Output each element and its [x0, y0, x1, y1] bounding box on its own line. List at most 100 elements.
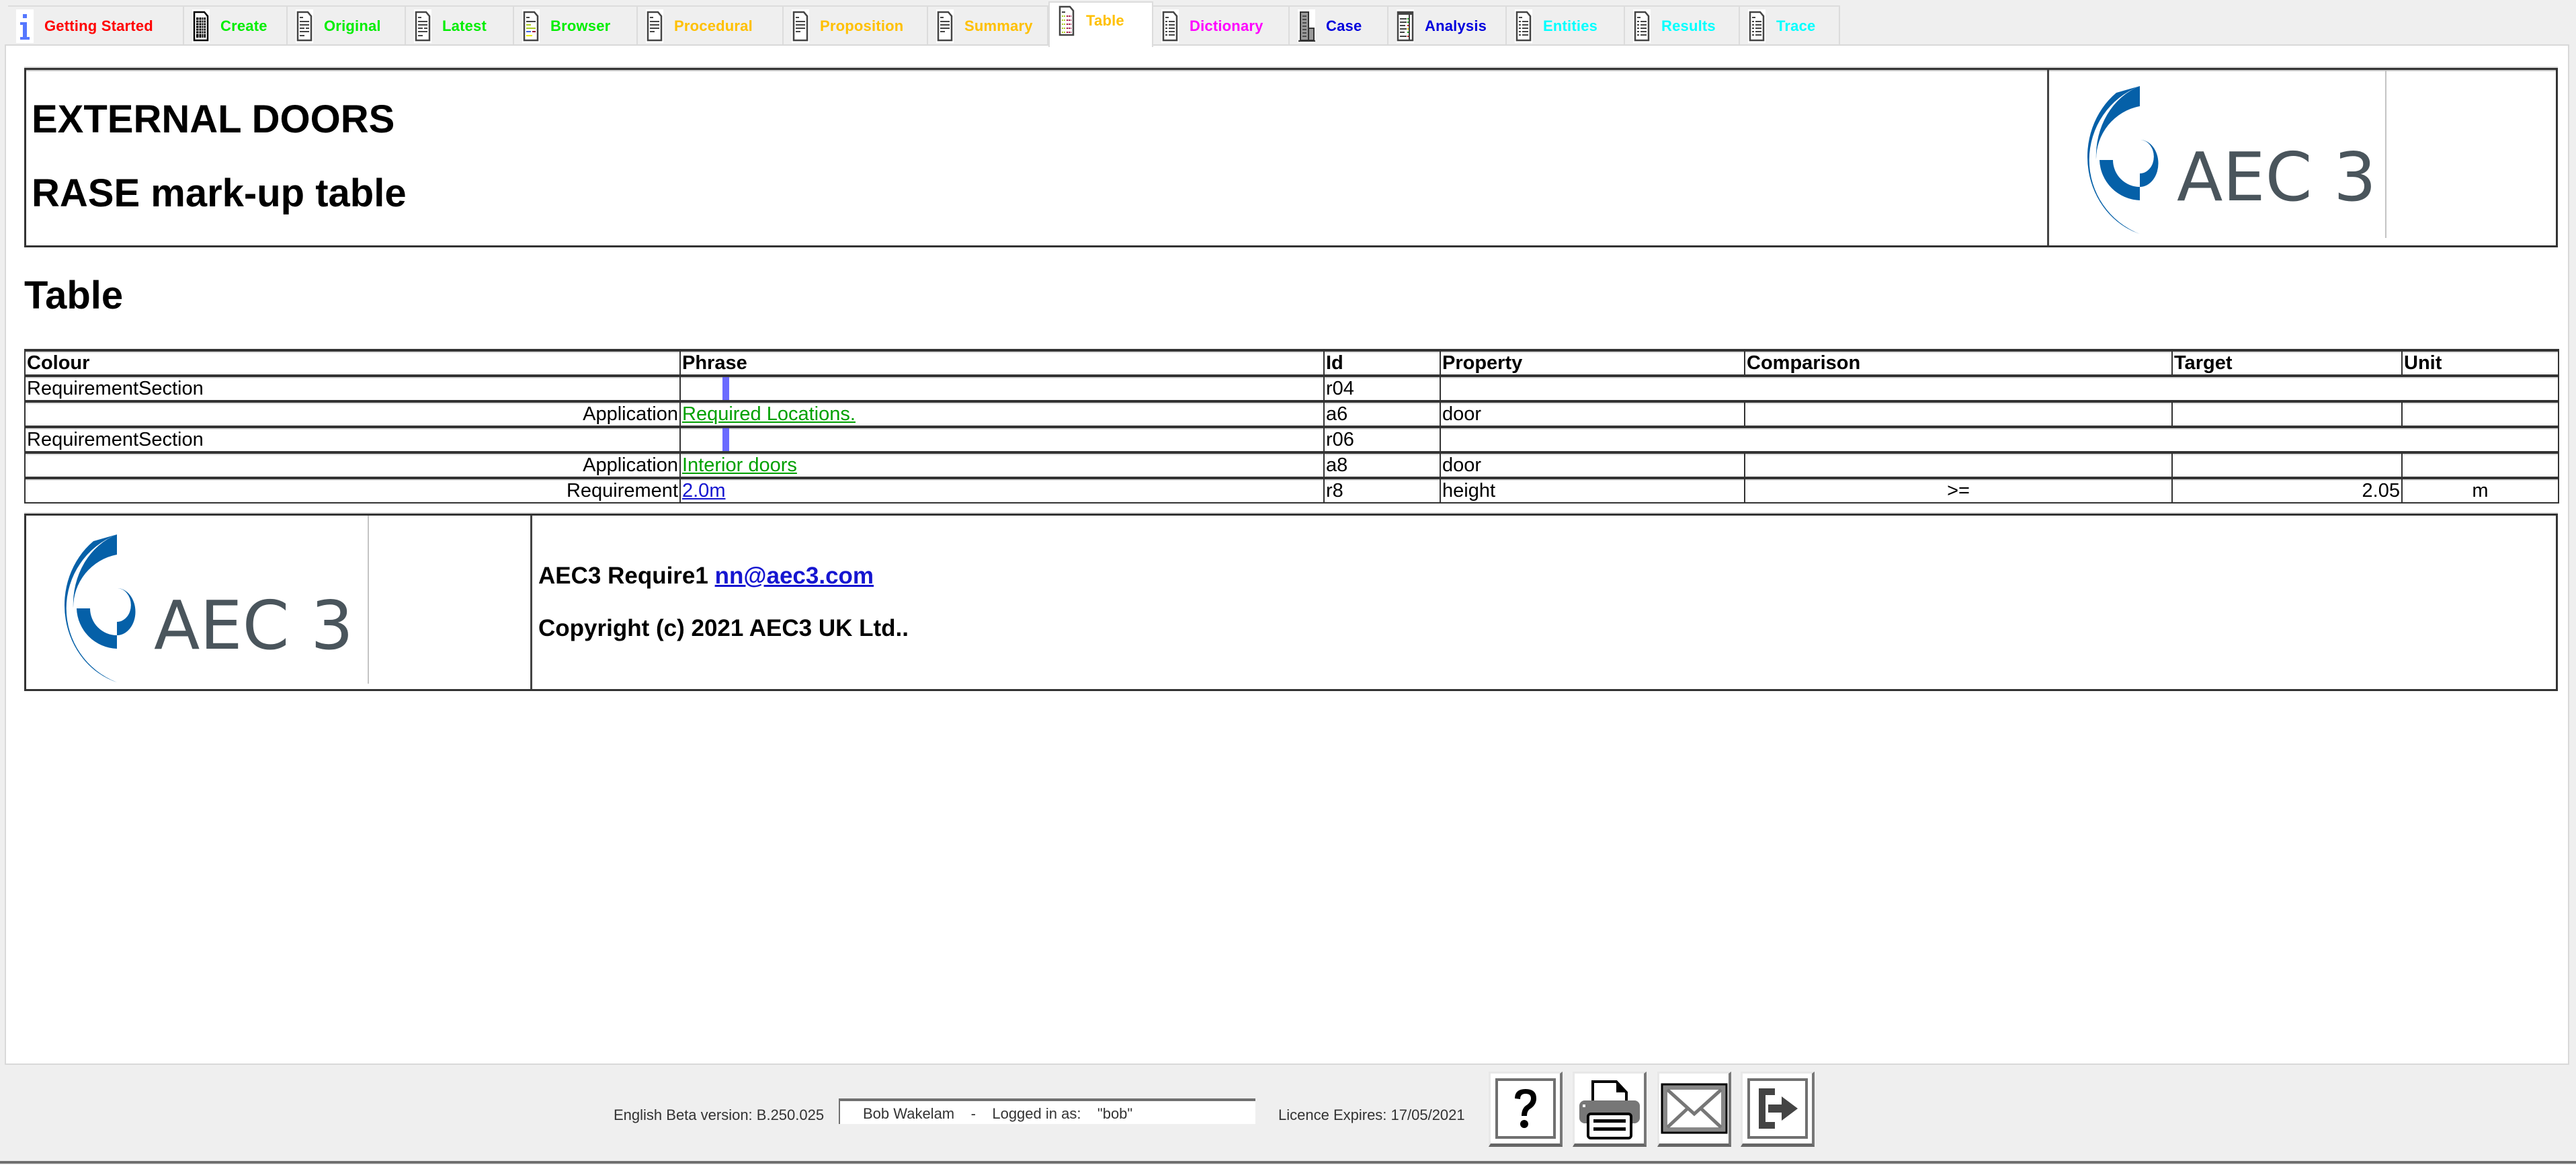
cell-colour: RequirementSection [24, 374, 681, 402]
cell-comparison [1744, 400, 2173, 428]
header-box: EXTERNAL DOORS RASE mark-up table AEC 3 [24, 68, 2558, 247]
envelope-icon [1661, 1083, 1727, 1134]
table-row: Application Required Locations. a6 door [24, 400, 2559, 428]
column-header-id: Id [1323, 349, 1441, 376]
tab-latest[interactable]: Latest [406, 5, 514, 46]
tab-label: Case [1326, 17, 1362, 34]
document-icon [414, 9, 431, 43]
phrase-link[interactable]: 2.0m [682, 481, 725, 501]
document-lines-icon [646, 9, 663, 43]
tab-label: Analysis [1425, 17, 1487, 34]
phrase-link[interactable]: Required Locations. [682, 404, 856, 425]
cell-target: 2.05 [2171, 477, 2403, 504]
cell-phrase [679, 374, 1325, 402]
document-lines-icon [936, 9, 954, 43]
tab-label: Dictionary [1190, 17, 1263, 34]
tab-browser[interactable]: Browser [514, 5, 638, 46]
tab-original[interactable]: Original [288, 5, 406, 46]
footer-logo-cell: AEC 3 [26, 516, 532, 689]
version-label: English Beta version: B.250.025 [614, 1107, 825, 1123]
cell-unit [2401, 451, 2559, 479]
cell-colour: Application [24, 451, 681, 479]
tab-summary[interactable]: Summary [928, 5, 1048, 46]
section-title: Table [24, 274, 124, 317]
section-marker-bar [722, 378, 729, 400]
logo-hook [2140, 140, 2159, 187]
page-subtitle: RASE mark-up table [32, 171, 407, 215]
tab-label: Proposition [820, 17, 904, 34]
footer-text: AEC3 Require1 nn@aec3.com Copyright (c) … [538, 563, 909, 642]
logo-image-edge [368, 516, 369, 684]
building-icon [1298, 9, 1315, 43]
cell-merged-empty [1440, 426, 2559, 453]
logo-inner-c [2100, 160, 2140, 200]
question-icon [1514, 1089, 1536, 1128]
cell-phrase: Interior doors [679, 451, 1325, 479]
cell-id: r06 [1323, 426, 1441, 453]
print-button[interactable] [1573, 1072, 1647, 1147]
document-icon [296, 9, 313, 43]
tab-procedural[interactable]: Procedural [638, 5, 784, 46]
tab-entities[interactable]: Entities [1507, 5, 1625, 46]
cell-property: door [1440, 400, 1745, 428]
aec3-logo: AEC 3 [64, 534, 354, 682]
cell-merged-empty [1440, 374, 2559, 402]
tab-trace[interactable]: Trace [1740, 5, 1840, 46]
cell-id: a6 [1323, 400, 1441, 428]
phrase-link[interactable]: Interior doors [682, 455, 797, 476]
cell-colour: Requirement [24, 477, 681, 504]
licence-expiry-label: Licence Expires: 17/05/2021 [1278, 1107, 1465, 1123]
tab-label: Latest [442, 17, 487, 34]
cell-unit [2401, 400, 2559, 428]
document-table-icon [1058, 4, 1075, 38]
tab-table[interactable]: Table [1048, 1, 1153, 47]
cell-unit: m [2401, 477, 2559, 504]
document-colored-icon [522, 9, 540, 43]
column-header-target: Target [2171, 349, 2403, 376]
column-header-property: Property [1440, 349, 1745, 376]
section-marker-bar [722, 430, 729, 451]
column-header-comparison: Comparison [1744, 349, 2173, 376]
logo-text: AEC 3 [154, 586, 354, 665]
logo-image-edge [2385, 70, 2386, 238]
tab-proposition[interactable]: Proposition [784, 5, 928, 46]
tab-create[interactable]: Create [184, 5, 288, 46]
email-link[interactable]: nn@aec3.com [715, 563, 874, 589]
page-title: EXTERNAL DOORS [32, 97, 395, 141]
cell-phrase: Required Locations. [679, 400, 1325, 428]
logout-button[interactable] [1741, 1072, 1815, 1147]
tab-label: Procedural [674, 17, 753, 34]
table-row: RequirementSection r06 [24, 426, 2559, 453]
tab-label: Trace [1776, 17, 1816, 34]
tab-label: Results [1661, 17, 1716, 34]
cell-comparison: >= [1744, 477, 2173, 504]
table-header-row: Colour Phrase Id Property Comparison Tar… [24, 349, 2559, 376]
document-list-icon [1161, 9, 1179, 43]
tab-dictionary[interactable]: Dictionary [1153, 5, 1290, 46]
tab-label: Table [1086, 12, 1124, 29]
tab-label: Original [324, 17, 381, 34]
logo-text: AEC 3 [2177, 138, 2376, 216]
document-lines-icon [792, 9, 809, 43]
cell-id: r8 [1323, 477, 1441, 504]
email-button[interactable] [1657, 1072, 1731, 1147]
markup-table: Colour Phrase Id Property Comparison Tar… [24, 349, 2559, 504]
tab-getting-started[interactable]: Getting Started [8, 5, 184, 46]
logged-in-user-field: Bob Wakelam - Logged in as: "bob" [839, 1098, 1255, 1124]
help-button[interactable] [1489, 1072, 1563, 1147]
tab-case[interactable]: Case [1290, 5, 1388, 46]
cell-property: height [1440, 477, 1745, 504]
tab-analysis[interactable]: Analysis [1388, 5, 1507, 46]
document-analysis-icon [1397, 9, 1414, 43]
cell-colour: RequirementSection [24, 426, 681, 453]
column-header-unit: Unit [2401, 349, 2559, 376]
tab-label: Entities [1543, 17, 1598, 34]
cell-target [2171, 400, 2403, 428]
product-name: AEC3 Require1 [538, 563, 708, 589]
column-header-colour: Colour [24, 349, 681, 376]
content-panel: EXTERNAL DOORS RASE mark-up table AEC 3 … [5, 44, 2569, 1065]
cell-phrase: 2.0m [679, 477, 1325, 504]
cell-id: a8 [1323, 451, 1441, 479]
copyright: Copyright (c) 2021 AEC3 UK Ltd.. [538, 615, 909, 641]
tab-results[interactable]: Results [1625, 5, 1740, 46]
